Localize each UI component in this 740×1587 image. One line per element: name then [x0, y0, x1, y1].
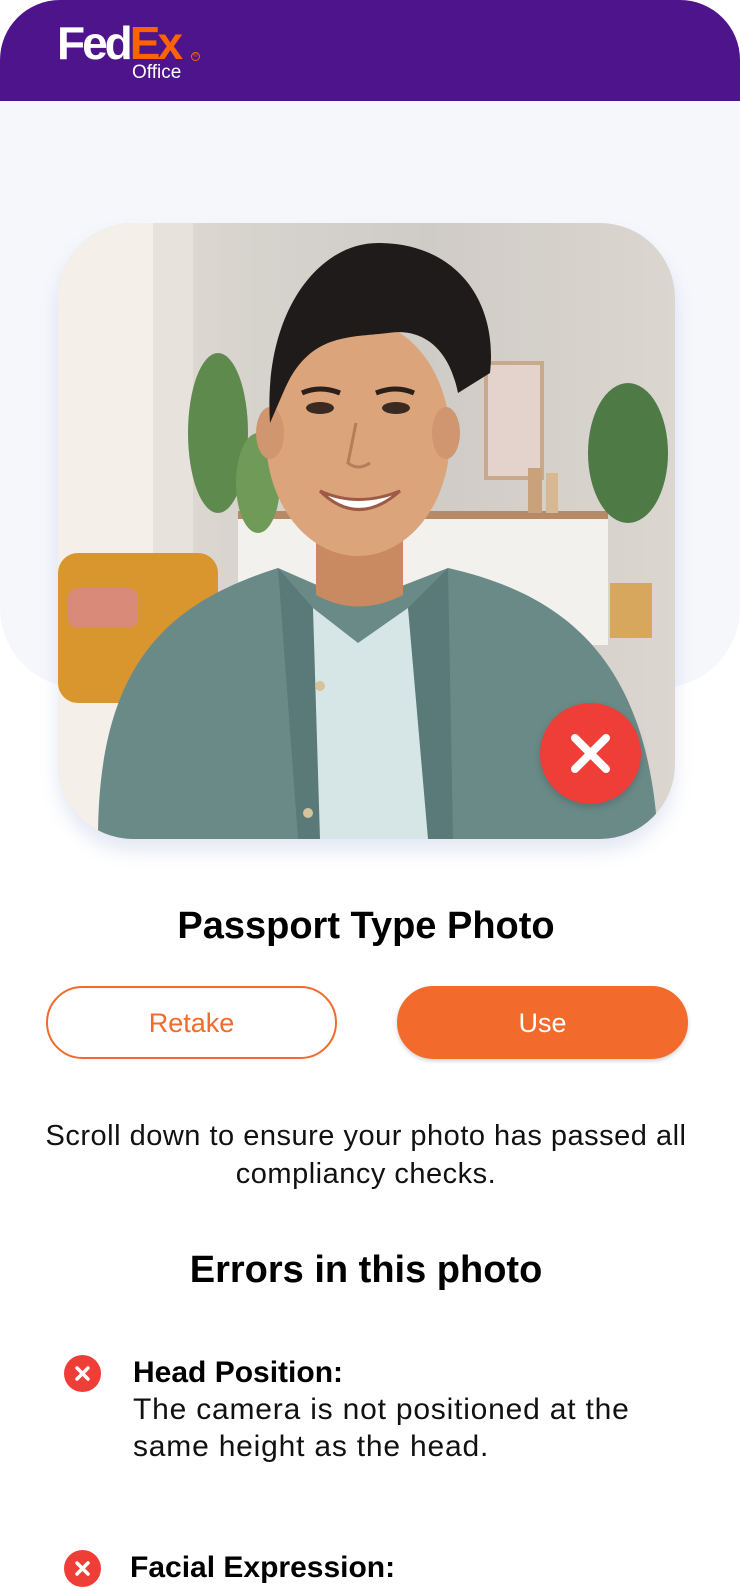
rejected-status-badge	[540, 703, 641, 804]
logo-wordmark: FedEx	[57, 17, 183, 69]
error-icon	[64, 1550, 101, 1587]
app-header: FedEx ® Office	[0, 0, 740, 101]
error-text: Head Position: The camera is not positio…	[133, 1355, 693, 1465]
close-icon	[571, 734, 610, 773]
errors-heading: Errors in this photo	[189, 1249, 543, 1291]
error-title: Facial Expression:	[130, 1551, 396, 1584]
logo-registered-mark: ®	[191, 52, 200, 61]
fedex-office-logo: FedEx ® Office	[57, 18, 217, 88]
logo-office-text: Office	[132, 62, 182, 83]
logo-fed-text: Fed	[57, 17, 133, 69]
retake-button[interactable]: Retake	[46, 986, 337, 1059]
page-title: Passport Type Photo	[177, 905, 555, 947]
error-icon	[64, 1355, 101, 1392]
error-description: The camera is not positioned at the same…	[133, 1393, 630, 1463]
error-text: Facial Expression:	[130, 1550, 690, 1586]
error-title: Head Position:	[133, 1356, 344, 1389]
use-button[interactable]: Use	[397, 986, 688, 1059]
scroll-hint-text: Scroll down to ensure your photo has pas…	[45, 1120, 687, 1190]
